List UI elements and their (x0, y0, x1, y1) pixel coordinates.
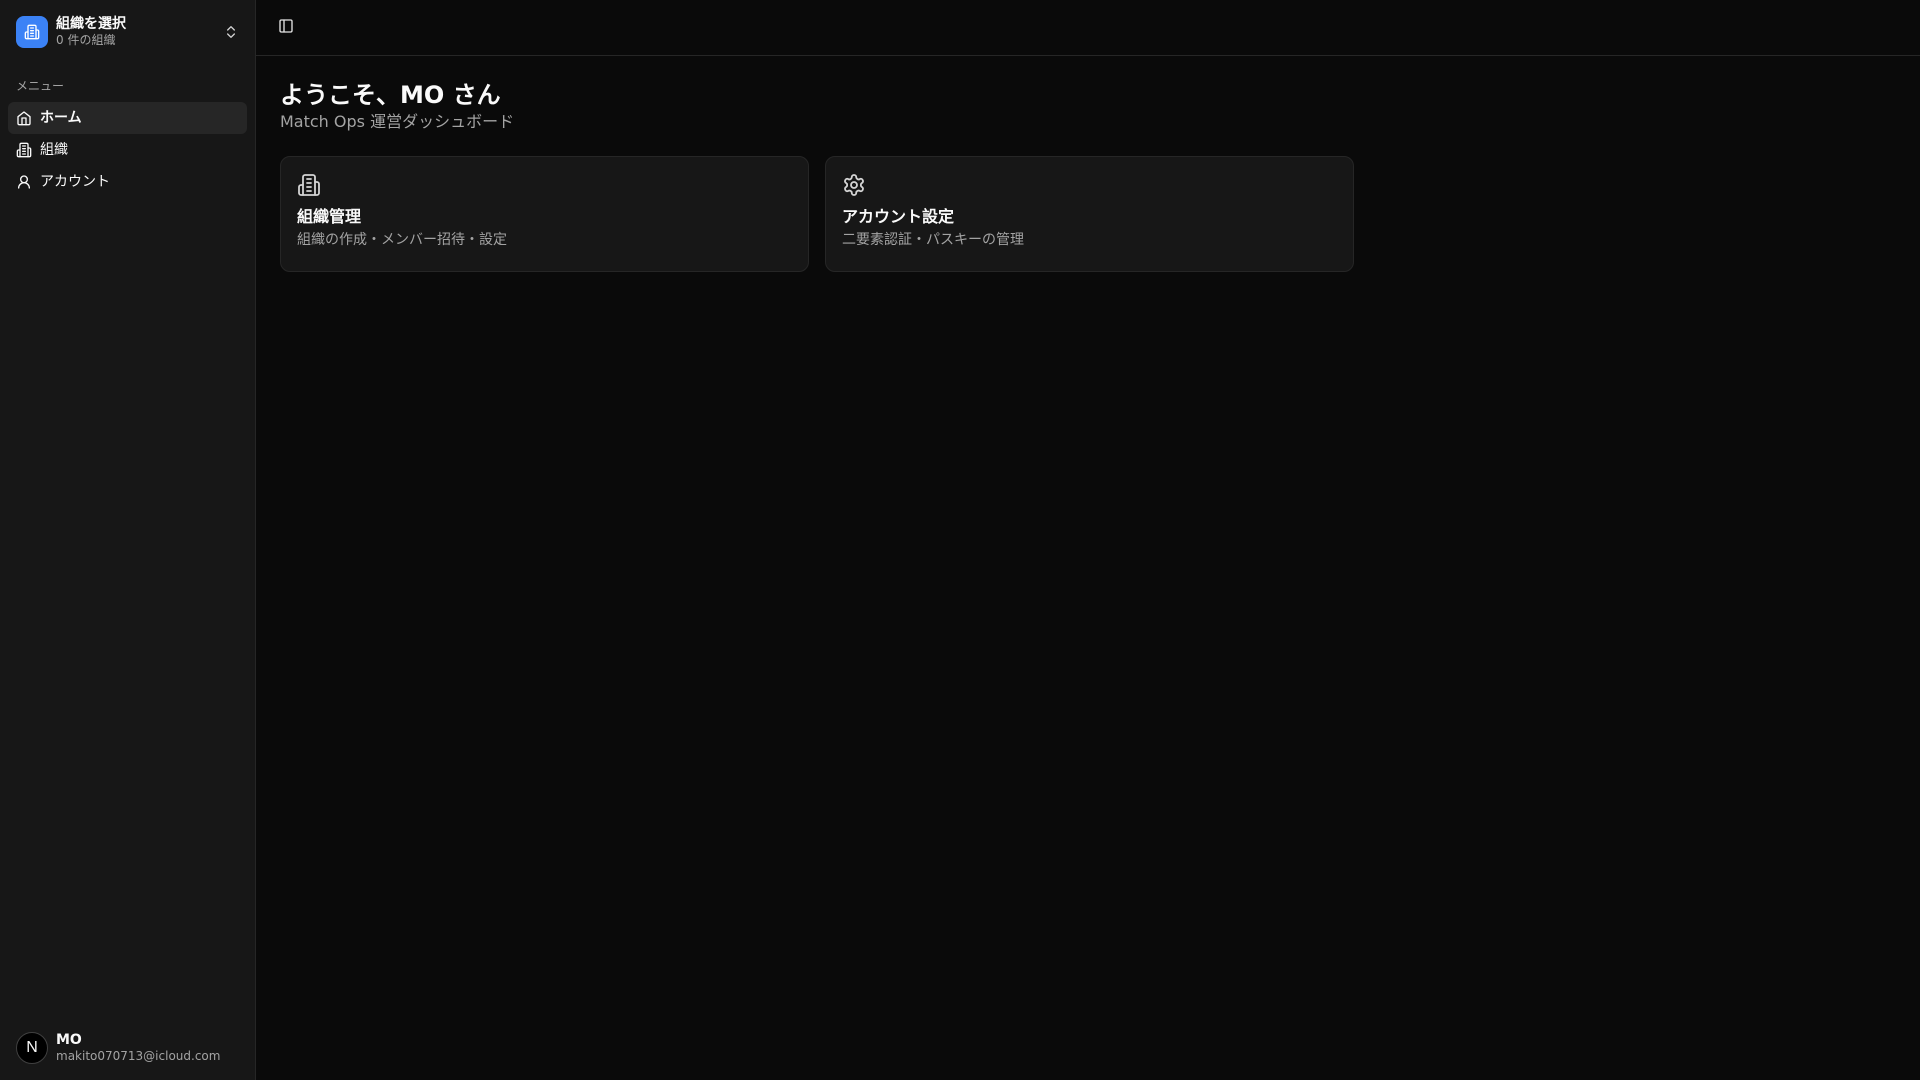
building-icon (16, 142, 32, 158)
chevrons-up-down-icon (223, 24, 239, 40)
card-title: 組織管理 (297, 207, 362, 226)
page-subtitle: Match Ops 運営ダッシュボード (280, 112, 515, 131)
sidebar-menu: ホーム 組織 アカウント (8, 102, 247, 198)
panel-left-icon (278, 18, 294, 38)
org-management-card[interactable]: 組織管理 組織の作成・メンバー招待・設定 (280, 156, 809, 272)
user-menu[interactable]: N MO makito070713@icloud.com (8, 1024, 247, 1072)
sidebar-item-label: アカウント (40, 174, 110, 190)
sidebar-toggle-button[interactable] (272, 14, 300, 42)
card-grid: 組織管理 組織の作成・メンバー招待・設定 アカウント設定 二要素認証・パスキーの… (280, 156, 1896, 272)
home-icon (16, 110, 32, 126)
gear-icon (842, 173, 866, 197)
user-email: makito070713@icloud.com (56, 1049, 221, 1063)
app-root: 組織を選択 0 件の組織 メニュー ホーム 組織 アカウント N MO maki… (0, 0, 1920, 1080)
card-description: 組織の作成・メンバー招待・設定 (297, 232, 507, 248)
dashboard-content: ようこそ、MO さん Match Ops 運営ダッシュボード 組織管理 組織の作… (256, 56, 1920, 272)
org-switcher[interactable]: 組織を選択 0 件の組織 (8, 8, 247, 56)
main-area: ようこそ、MO さん Match Ops 運営ダッシュボード 組織管理 組織の作… (256, 0, 1920, 1080)
user-info: MO makito070713@icloud.com (56, 1032, 220, 1064)
user-icon (16, 174, 32, 190)
sidebar-item-home[interactable]: ホーム (8, 102, 247, 134)
account-settings-card[interactable]: アカウント設定 二要素認証・パスキーの管理 (825, 156, 1354, 272)
sidebar: 組織を選択 0 件の組織 メニュー ホーム 組織 アカウント N MO maki… (0, 0, 256, 1080)
page-title: ようこそ、MO さん (280, 81, 501, 109)
sidebar-item-organization[interactable]: 組織 (8, 134, 247, 166)
org-switcher-subtitle: 0 件の組織 (56, 33, 116, 47)
user-name: MO (56, 1032, 82, 1048)
building-icon (16, 16, 48, 48)
card-title: アカウント設定 (842, 207, 955, 226)
avatar: N (16, 1032, 48, 1064)
avatar-letter: N (26, 1039, 38, 1056)
card-description: 二要素認証・パスキーの管理 (842, 232, 1024, 248)
sidebar-item-label: ホーム (40, 110, 82, 126)
top-bar (256, 0, 1920, 56)
sidebar-item-label: 組織 (40, 142, 68, 158)
org-switcher-text: 組織を選択 0 件の組織 (56, 16, 223, 48)
building-icon (297, 173, 321, 197)
sidebar-item-account[interactable]: アカウント (8, 166, 247, 198)
menu-section-label: メニュー (16, 79, 65, 93)
org-switcher-title: 組織を選択 (56, 16, 126, 32)
